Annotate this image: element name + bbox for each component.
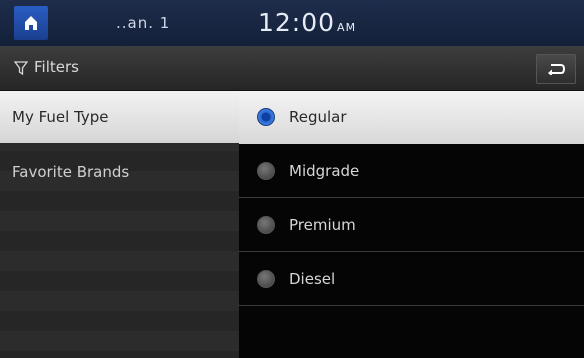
option-label: Diesel: [289, 270, 336, 288]
sidebar-item-my-fuel-type[interactable]: My Fuel Type: [0, 91, 239, 143]
back-button[interactable]: [536, 54, 576, 84]
option-diesel[interactable]: Diesel: [239, 253, 584, 306]
title-bar: Filters: [0, 46, 584, 91]
home-button[interactable]: [14, 6, 48, 40]
sidebar: My Fuel Type Favorite Brands: [0, 91, 239, 358]
radio-unselected-icon[interactable]: [257, 270, 275, 288]
clock-ampm: AM: [337, 21, 357, 34]
option-label: Premium: [289, 216, 356, 234]
radio-selected-icon[interactable]: [257, 108, 275, 126]
fuel-type-options: Regular Midgrade Premium Diesel: [239, 91, 584, 358]
clock: 12:00 AM: [258, 8, 356, 37]
back-icon: [548, 64, 565, 75]
option-regular[interactable]: Regular: [239, 91, 584, 144]
status-bar: ..an. 1 12:00 AM: [0, 0, 584, 46]
screen: ..an. 1 12:00 AM Filters My Fuel Type Fav…: [0, 0, 584, 358]
sidebar-item-label: My Fuel Type: [12, 108, 109, 126]
radio-unselected-icon[interactable]: [257, 216, 275, 234]
option-midgrade[interactable]: Midgrade: [239, 145, 584, 198]
page-title: Filters: [34, 58, 79, 76]
radio-unselected-icon[interactable]: [257, 162, 275, 180]
sidebar-item-label: Favorite Brands: [12, 163, 130, 181]
option-label: Midgrade: [289, 162, 360, 180]
sidebar-item-favorite-brands[interactable]: Favorite Brands: [0, 146, 239, 198]
filter-icon: [14, 61, 28, 75]
option-premium[interactable]: Premium: [239, 199, 584, 252]
option-label: Regular: [289, 108, 347, 126]
signal-status: ..an. 1: [116, 14, 171, 32]
clock-time: 12:00: [258, 8, 336, 37]
home-icon: [25, 16, 37, 30]
